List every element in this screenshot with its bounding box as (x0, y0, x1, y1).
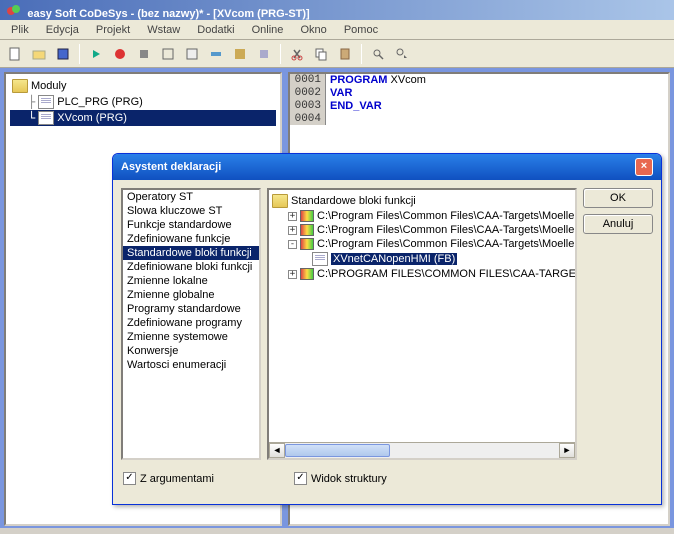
save-icon[interactable] (52, 43, 74, 65)
app-title-text: easy Soft CoDeSys - (bez nazwy)* - [XVco… (27, 8, 309, 20)
dialog-titlebar[interactable]: Asystent deklaracji × (113, 154, 661, 180)
tree-fb-item[interactable]: XVnetCANopenHMI (FB) (272, 251, 572, 267)
tool-icon[interactable] (133, 43, 155, 65)
tree-header-label: Standardowe bloki funkcji (291, 195, 416, 207)
with-arguments-checkbox[interactable]: ✓ Z argumentami (123, 472, 214, 485)
tree-root-label: Moduly (31, 80, 66, 92)
category-item[interactable]: Programy standardowe (123, 302, 259, 316)
checkbox-label-text: Widok struktury (311, 473, 387, 485)
tree-item[interactable]: └ XVcom (PRG) (10, 110, 276, 126)
category-item[interactable]: Konwersje (123, 344, 259, 358)
line-number: 0001 (290, 74, 326, 87)
tool6-icon[interactable] (253, 43, 275, 65)
checkbox-icon: ✓ (294, 472, 307, 485)
tree-item-label: XVnetCANopenHMI (FB) (331, 253, 457, 265)
category-list[interactable]: Operatory ST Slowa kluczowe ST Funkcje s… (121, 188, 261, 460)
page-icon (38, 95, 54, 109)
scroll-left-icon[interactable]: ◄ (269, 443, 285, 458)
checkbox-icon: ✓ (123, 472, 136, 485)
folder-icon (272, 194, 288, 208)
menubar: Plik Edycja Projekt Wstaw Dodatki Online… (0, 20, 674, 40)
page-icon (312, 252, 328, 266)
copy-icon[interactable] (310, 43, 332, 65)
ok-button[interactable]: OK (583, 188, 653, 208)
tool5-icon[interactable] (229, 43, 251, 65)
tree-item-label: PLC_PRG (PRG) (57, 96, 143, 108)
menu-wstaw[interactable]: Wstaw (140, 22, 187, 38)
open-icon[interactable] (28, 43, 50, 65)
checkbox-label-text: Z argumentami (140, 473, 214, 485)
category-item[interactable]: Wartosci enumeracji (123, 358, 259, 372)
scroll-track[interactable] (285, 443, 559, 458)
menu-plik[interactable]: Plik (4, 22, 36, 38)
tree-item-label: C:\Program Files\Common Files\CAA-Target… (317, 210, 577, 222)
menu-projekt[interactable]: Projekt (89, 22, 137, 38)
find-icon[interactable] (367, 43, 389, 65)
app-titlebar: easy Soft CoDeSys - (bez nazwy)* - [XVco… (0, 0, 674, 20)
category-item[interactable]: Standardowe bloki funkcji (123, 246, 259, 260)
page-icon (38, 111, 54, 125)
library-icon (300, 224, 314, 236)
expand-icon[interactable]: + (288, 226, 297, 235)
category-item[interactable]: Operatory ST (123, 190, 259, 204)
tool4-icon[interactable] (205, 43, 227, 65)
category-item[interactable]: Zdefiniowane programy (123, 316, 259, 330)
tree-item-label: C:\Program Files\Common Files\CAA-Target… (317, 238, 577, 250)
declaration-assistant-dialog: Asystent deklaracji × Operatory ST Slowa… (112, 153, 662, 505)
library-icon (300, 210, 314, 222)
category-item[interactable]: Zmienne globalne (123, 288, 259, 302)
menu-online[interactable]: Online (245, 22, 291, 38)
menu-pomoc[interactable]: Pomoc (337, 22, 385, 38)
scroll-thumb[interactable] (285, 444, 390, 457)
folder-icon (12, 79, 28, 93)
collapse-icon[interactable]: - (288, 240, 297, 249)
tree-lib-item[interactable]: + C:\Program Files\Common Files\CAA-Targ… (272, 209, 572, 223)
findnext-icon[interactable] (391, 43, 413, 65)
category-item[interactable]: Zdefiniowane bloki funkcji (123, 260, 259, 274)
cancel-button[interactable]: Anuluj (583, 214, 653, 234)
tree-item-label: XVcom (PRG) (57, 112, 127, 124)
line-number: 0004 (290, 113, 326, 125)
expand-icon[interactable]: + (288, 270, 297, 279)
tree-header[interactable]: Standardowe bloki funkcji (272, 193, 572, 209)
stop-icon[interactable] (109, 43, 131, 65)
expand-icon[interactable]: + (288, 212, 297, 221)
structure-view-checkbox[interactable]: ✓ Widok struktury (294, 472, 387, 485)
line-number: 0003 (290, 100, 326, 113)
category-item[interactable]: Zmienne systemowe (123, 330, 259, 344)
scroll-right-icon[interactable]: ► (559, 443, 575, 458)
horizontal-scrollbar[interactable]: ◄ ► (269, 442, 575, 458)
tree-lib-item[interactable]: + C:\Program Files\Common Files\CAA-Targ… (272, 223, 572, 237)
dialog-title-text: Asystent deklaracji (121, 161, 221, 173)
app-icon (6, 3, 20, 20)
menu-dodatki[interactable]: Dodatki (190, 22, 241, 38)
tree-lib-item[interactable]: + C:\PROGRAM FILES\COMMON FILES\CAA-TARG… (272, 267, 572, 281)
category-item[interactable]: Funkcje standardowe (123, 218, 259, 232)
line-number: 0002 (290, 87, 326, 100)
cut-icon[interactable] (286, 43, 308, 65)
tree-item-label: C:\Program Files\Common Files\CAA-Target… (317, 224, 577, 236)
tool3-icon[interactable] (181, 43, 203, 65)
category-item[interactable]: Zmienne lokalne (123, 274, 259, 288)
menu-edycja[interactable]: Edycja (39, 22, 86, 38)
new-icon[interactable] (4, 43, 26, 65)
library-icon (300, 238, 314, 250)
category-item[interactable]: Zdefiniowane funkcje (123, 232, 259, 246)
menu-okno[interactable]: Okno (293, 22, 333, 38)
tree-lib-item[interactable]: - C:\Program Files\Common Files\CAA-Targ… (272, 237, 572, 251)
run-icon[interactable] (85, 43, 107, 65)
tree-root-item[interactable]: Moduly (10, 78, 276, 94)
items-tree[interactable]: Standardowe bloki funkcji + C:\Program F… (267, 188, 577, 460)
tool2-icon[interactable] (157, 43, 179, 65)
close-icon[interactable]: × (635, 158, 653, 176)
category-item[interactable]: Slowa kluczowe ST (123, 204, 259, 218)
library-icon (300, 268, 314, 280)
tree-item[interactable]: ├ PLC_PRG (PRG) (10, 94, 276, 110)
toolbar (0, 40, 674, 68)
paste-icon[interactable] (334, 43, 356, 65)
tree-item-label: C:\PROGRAM FILES\COMMON FILES\CAA-TARGET (317, 268, 577, 280)
